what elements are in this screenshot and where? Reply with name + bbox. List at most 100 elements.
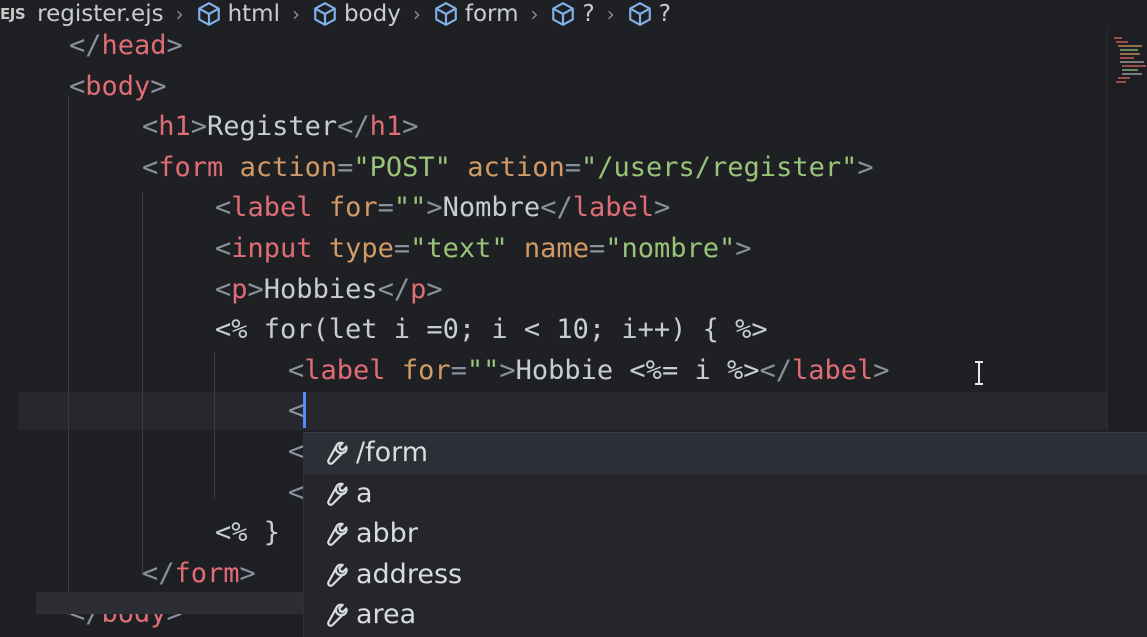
breadcrumb-item-label: ? xyxy=(582,1,595,27)
wrench-icon xyxy=(327,522,348,547)
code-token-punct: > xyxy=(402,111,419,143)
code-token-str: "nombre" xyxy=(605,233,736,264)
wrench-icon xyxy=(327,603,348,628)
code-line[interactable]: <h1>Register</h1> xyxy=(142,107,418,147)
code-token-punct: > xyxy=(247,273,264,305)
breadcrumb-item-html[interactable]: html xyxy=(196,0,280,28)
code-token-punct: > xyxy=(873,354,890,386)
breadcrumb-item-form[interactable]: form xyxy=(433,0,518,28)
code-line[interactable]: <% for(let i =0; i < 10; i++) { %> xyxy=(215,310,768,350)
code-line[interactable]: <input type="text" name="nombre"> xyxy=(215,229,752,269)
editor-window: EJS register.ejs › html › body › form › … xyxy=(0,0,1147,637)
code-token-punct: = xyxy=(393,233,411,264)
autocomplete-item[interactable]: abbr xyxy=(304,514,1147,555)
breadcrumb-item-label: ? xyxy=(658,1,671,27)
autocomplete-item[interactable]: /form xyxy=(304,433,1147,474)
cube-icon xyxy=(314,2,336,26)
code-line[interactable]: <label for="">Hobbie <%= i %></label> xyxy=(288,351,890,391)
code-token-punct: > xyxy=(190,111,208,143)
code-line[interactable]: </form> xyxy=(142,554,256,594)
code-token-tag: p xyxy=(410,273,427,305)
code-token-punct: </ xyxy=(337,111,370,143)
breadcrumb-item-label: body xyxy=(343,1,401,27)
code-token-tag: p xyxy=(231,273,248,305)
autocomplete-dropdown[interactable]: /form a abbr address area xyxy=(303,432,1147,637)
code-token-punct: < xyxy=(288,354,305,386)
code-token-tag: label xyxy=(304,354,386,386)
autocomplete-item-label: a xyxy=(356,477,373,509)
code-token-attr: action xyxy=(239,151,338,183)
code-token-punct: </ xyxy=(69,30,102,61)
code-token-text: Hobbies xyxy=(263,273,378,305)
ibeam-cursor-icon xyxy=(975,361,983,385)
code-token-ejs: <% for(let i =0; i < 10; i++) { %> xyxy=(215,314,768,346)
code-token-str: "POST" xyxy=(353,151,451,183)
breadcrumb-item-body[interactable]: body xyxy=(312,0,401,28)
code-token-punct: < xyxy=(288,476,305,508)
code-token-punct: < xyxy=(288,395,305,427)
code-token-tag: label xyxy=(231,192,313,224)
horizontal-scrollbar[interactable] xyxy=(36,592,304,614)
code-token-punct: = xyxy=(337,151,354,183)
code-line[interactable]: </head> xyxy=(69,26,183,66)
current-line-highlight xyxy=(18,392,1107,430)
code-line[interactable]: <form action="POST" action="/users/regis… xyxy=(142,148,874,188)
cube-icon xyxy=(628,2,651,26)
code-token-punct: < xyxy=(69,70,86,102)
code-token-punct: = xyxy=(450,354,467,386)
indent-guide xyxy=(142,192,143,576)
cube-icon xyxy=(197,2,220,26)
code-token-punct: < xyxy=(142,111,159,143)
code-token-punct: < xyxy=(288,436,305,467)
autocomplete-item[interactable]: address xyxy=(304,555,1147,596)
breadcrumb-item-unknown-1[interactable]: ? xyxy=(550,0,595,28)
code-line[interactable]: <label for="">Nombre</label> xyxy=(215,188,670,228)
code-token-punct: > xyxy=(166,30,183,61)
code-token-punct: < xyxy=(215,233,232,264)
indent-guide xyxy=(68,96,69,616)
autocomplete-item-label: area xyxy=(356,599,417,631)
code-token-tag: h1 xyxy=(369,111,403,143)
code-token-punct: < xyxy=(215,192,232,224)
breadcrumb-item-unknown-2[interactable]: ? xyxy=(627,0,671,28)
code-token-punct: > xyxy=(499,354,516,386)
code-token-punct: </ xyxy=(540,192,573,224)
code-line[interactable]: < xyxy=(288,432,304,472)
chevron-right-icon: › xyxy=(175,2,184,26)
code-line[interactable]: < xyxy=(288,391,304,431)
breadcrumb-file[interactable]: EJS register.ejs xyxy=(0,0,164,28)
autocomplete-item-label: abbr xyxy=(356,518,418,550)
code-token-attr: type xyxy=(328,233,394,264)
breadcrumb-item-label: html xyxy=(227,1,280,27)
autocomplete-item[interactable]: area xyxy=(304,595,1147,636)
code-token-punct: = xyxy=(564,151,581,183)
code-token-punct: </ xyxy=(142,557,175,589)
code-token-punct: > xyxy=(150,70,167,102)
chevron-right-icon: › xyxy=(606,2,615,26)
code-token-punct: </ xyxy=(759,354,792,386)
code-token-punct: > xyxy=(653,192,671,224)
autocomplete-item-label: address xyxy=(356,558,463,590)
code-token-punct: > xyxy=(426,192,443,224)
code-line[interactable]: < xyxy=(288,473,304,513)
code-token-punct: = xyxy=(588,233,606,264)
code-token-str: "" xyxy=(393,192,427,224)
ejs-file-icon: EJS xyxy=(0,5,26,23)
minimap-preview xyxy=(1114,37,1146,83)
autocomplete-item-label: /form xyxy=(356,437,429,469)
chevron-right-icon: › xyxy=(412,2,421,26)
code-line[interactable]: <% } xyxy=(215,513,280,553)
code-line[interactable]: <body> xyxy=(69,67,167,107)
code-token-tag: body xyxy=(85,70,151,102)
wrench-icon xyxy=(327,563,348,587)
code-token-punct: < xyxy=(142,151,159,183)
code-token-str: "" xyxy=(466,354,500,386)
code-line[interactable]: <p>Hobbies</p> xyxy=(215,270,443,310)
code-token-attr: for xyxy=(401,354,451,386)
autocomplete-item[interactable]: a xyxy=(304,474,1147,515)
